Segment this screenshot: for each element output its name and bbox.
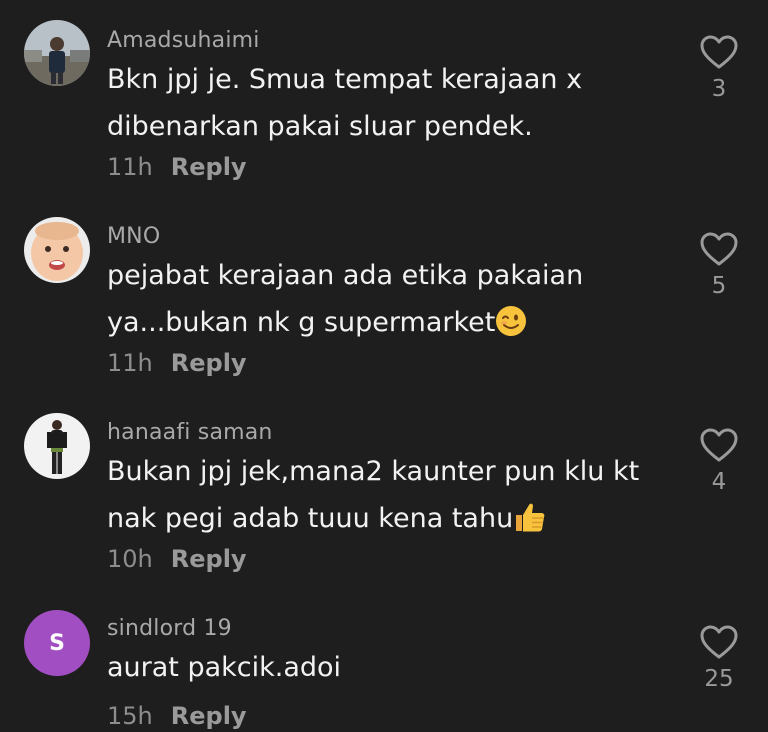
comment-timestamp: 11h [107,349,153,377]
heart-outline-icon [700,428,738,462]
comment-text: pejabat kerajaan ada etika pakaian ya...… [107,252,667,352]
comment-text-line-with-emoji: nak pegi adab tuuu kena tahu [107,495,667,548]
like-count: 3 [711,76,727,102]
winking-face-emoji [495,305,527,352]
comment-text-line: nak pegi adab tuuu kena tahu [107,503,514,534]
avatar-letter: S [49,630,65,656]
like-count: 4 [711,469,727,495]
avatar[interactable]: S [24,610,90,676]
reply-button[interactable]: Reply [171,153,247,181]
like-button[interactable]: 5 [694,231,744,299]
comment-meta: 11h Reply [107,349,247,377]
heart-outline-icon [700,625,738,659]
like-button[interactable]: 3 [694,34,744,102]
thumbs-up-emoji [513,501,547,548]
heart-outline-icon [700,35,738,69]
reply-button[interactable]: Reply [171,702,247,730]
comment-text: aurat pakcik.adoi [107,644,667,691]
comment-text-line: pejabat kerajaan ada etika pakaian [107,260,584,291]
comment-username[interactable]: Amadsuhaimi [107,28,260,53]
comment-text: Bkn jpj je. Smua tempat kerajaan x diben… [107,56,667,150]
heart-outline-icon [700,232,738,266]
comment-timestamp: 11h [107,153,153,181]
like-count: 5 [711,273,727,299]
avatar[interactable] [24,20,90,86]
comment-text-line: Bukan jpj jek,mana2 kaunter pun klu kt [107,456,640,487]
comment-username[interactable]: MNO [107,224,160,249]
comment-text-line: dibenarkan pakai sluar pendek. [107,111,533,142]
like-count: 25 [704,666,734,692]
comment-text-line: ya...bukan nk g supermarket [107,307,496,338]
comment-username[interactable]: sindlord 19 [107,616,232,641]
comment-text-line: Bkn jpj je. Smua tempat kerajaan x [107,64,583,95]
comment-timestamp: 15h [107,702,153,730]
comment-text-line: aurat pakcik.adoi [107,652,342,683]
comment-meta: 10h Reply [107,545,247,573]
comment-meta: 15h Reply [107,702,247,730]
comment-timestamp: 10h [107,545,153,573]
reply-button[interactable]: Reply [171,545,247,573]
comment-text: Bukan jpj jek,mana2 kaunter pun klu kt n… [107,448,667,548]
comment-meta: 11h Reply [107,153,247,181]
reply-button[interactable]: Reply [171,349,247,377]
avatar[interactable] [24,413,90,479]
avatar[interactable] [24,217,90,283]
like-button[interactable]: 4 [694,427,744,495]
like-button[interactable]: 25 [694,624,744,692]
comment-text-line-with-emoji: ya...bukan nk g supermarket [107,299,667,352]
comment-username[interactable]: hanaafi saman [107,420,273,445]
